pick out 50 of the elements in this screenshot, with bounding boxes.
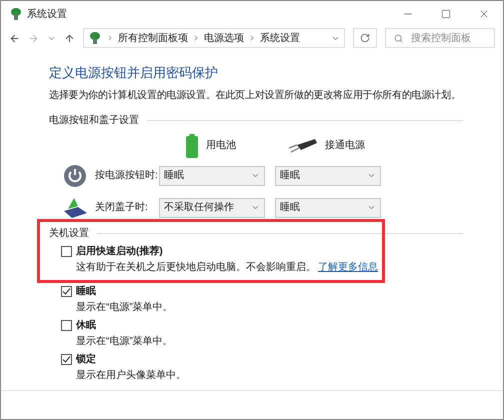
up-icon[interactable] [64,32,75,44]
breadcrumb[interactable]: 系统设置 [260,30,300,46]
maximize-icon [441,9,451,19]
checkbox[interactable] [61,354,72,364]
checkbox-label: 启用快速启动(推荐) [76,244,163,258]
dropdown[interactable]: 睡眠 [275,166,381,186]
checkbox-label: 睡眠 [76,284,96,298]
group-title: 电源按钮和盖子设置 [49,114,139,128]
back-icon[interactable] [9,32,20,44]
checkbox[interactable] [61,246,72,256]
column-header: 用电池 [206,138,236,153]
row-label: 关闭盖子时: [95,200,149,215]
refresh-icon [360,33,370,43]
power-icon [63,164,87,188]
checkbox[interactable] [61,320,72,330]
chevron-down-icon [251,203,260,212]
control-panel-icon [88,31,102,45]
page-description: 选择要为你的计算机设置的电源设置。在此页上对设置所做的更改将应用于你所有的电源计划。 [49,88,462,102]
breadcrumb[interactable]: 所有控制面板项 [118,30,188,46]
window-title: 系统设置 [27,8,67,22]
chevron-down-icon [251,171,260,180]
checkbox-label: 锁定 [76,352,96,366]
option-description: 这有助于在关机之后更快地启动电脑。不会影响重启。 [76,260,316,274]
row-label: 按电源按钮时: [95,168,159,183]
battery-icon [186,134,198,158]
column-header: 接通电源 [325,138,365,153]
app-icon [9,7,23,21]
dropdown[interactable]: 不采取任何操作 [159,198,265,218]
search-field[interactable]: 搜索控制面板 [385,28,495,48]
option-description: 显示在“电源”菜单中。 [76,300,173,314]
checkbox[interactable] [61,286,72,296]
plug-icon [289,138,317,152]
search-icon [394,34,403,42]
laptop-icon [62,196,88,218]
address-field[interactable]: 所有控制面板项 电源选项 系统设置 [83,28,345,48]
separator-icon [248,34,256,42]
chevron-down-icon [367,203,376,212]
dropdown[interactable]: 睡眠 [275,198,381,218]
group-title: 关机设置 [49,226,89,240]
breadcrumb[interactable]: 电源选项 [204,30,244,46]
separator-icon [192,34,200,42]
option-description: 显示在“电源”菜单中。 [76,334,173,348]
dropdown[interactable]: 睡眠 [159,166,265,186]
option-description: 显示在用户头像菜单中。 [76,368,186,382]
checkbox-label: 休眠 [76,318,96,332]
chevron-down-icon [367,171,376,180]
close-icon [478,8,490,20]
page-heading: 定义电源按钮并启用密码保护 [49,64,219,82]
learn-more-link[interactable]: 了解更多信息 [318,260,378,274]
refresh-button[interactable] [353,28,377,48]
